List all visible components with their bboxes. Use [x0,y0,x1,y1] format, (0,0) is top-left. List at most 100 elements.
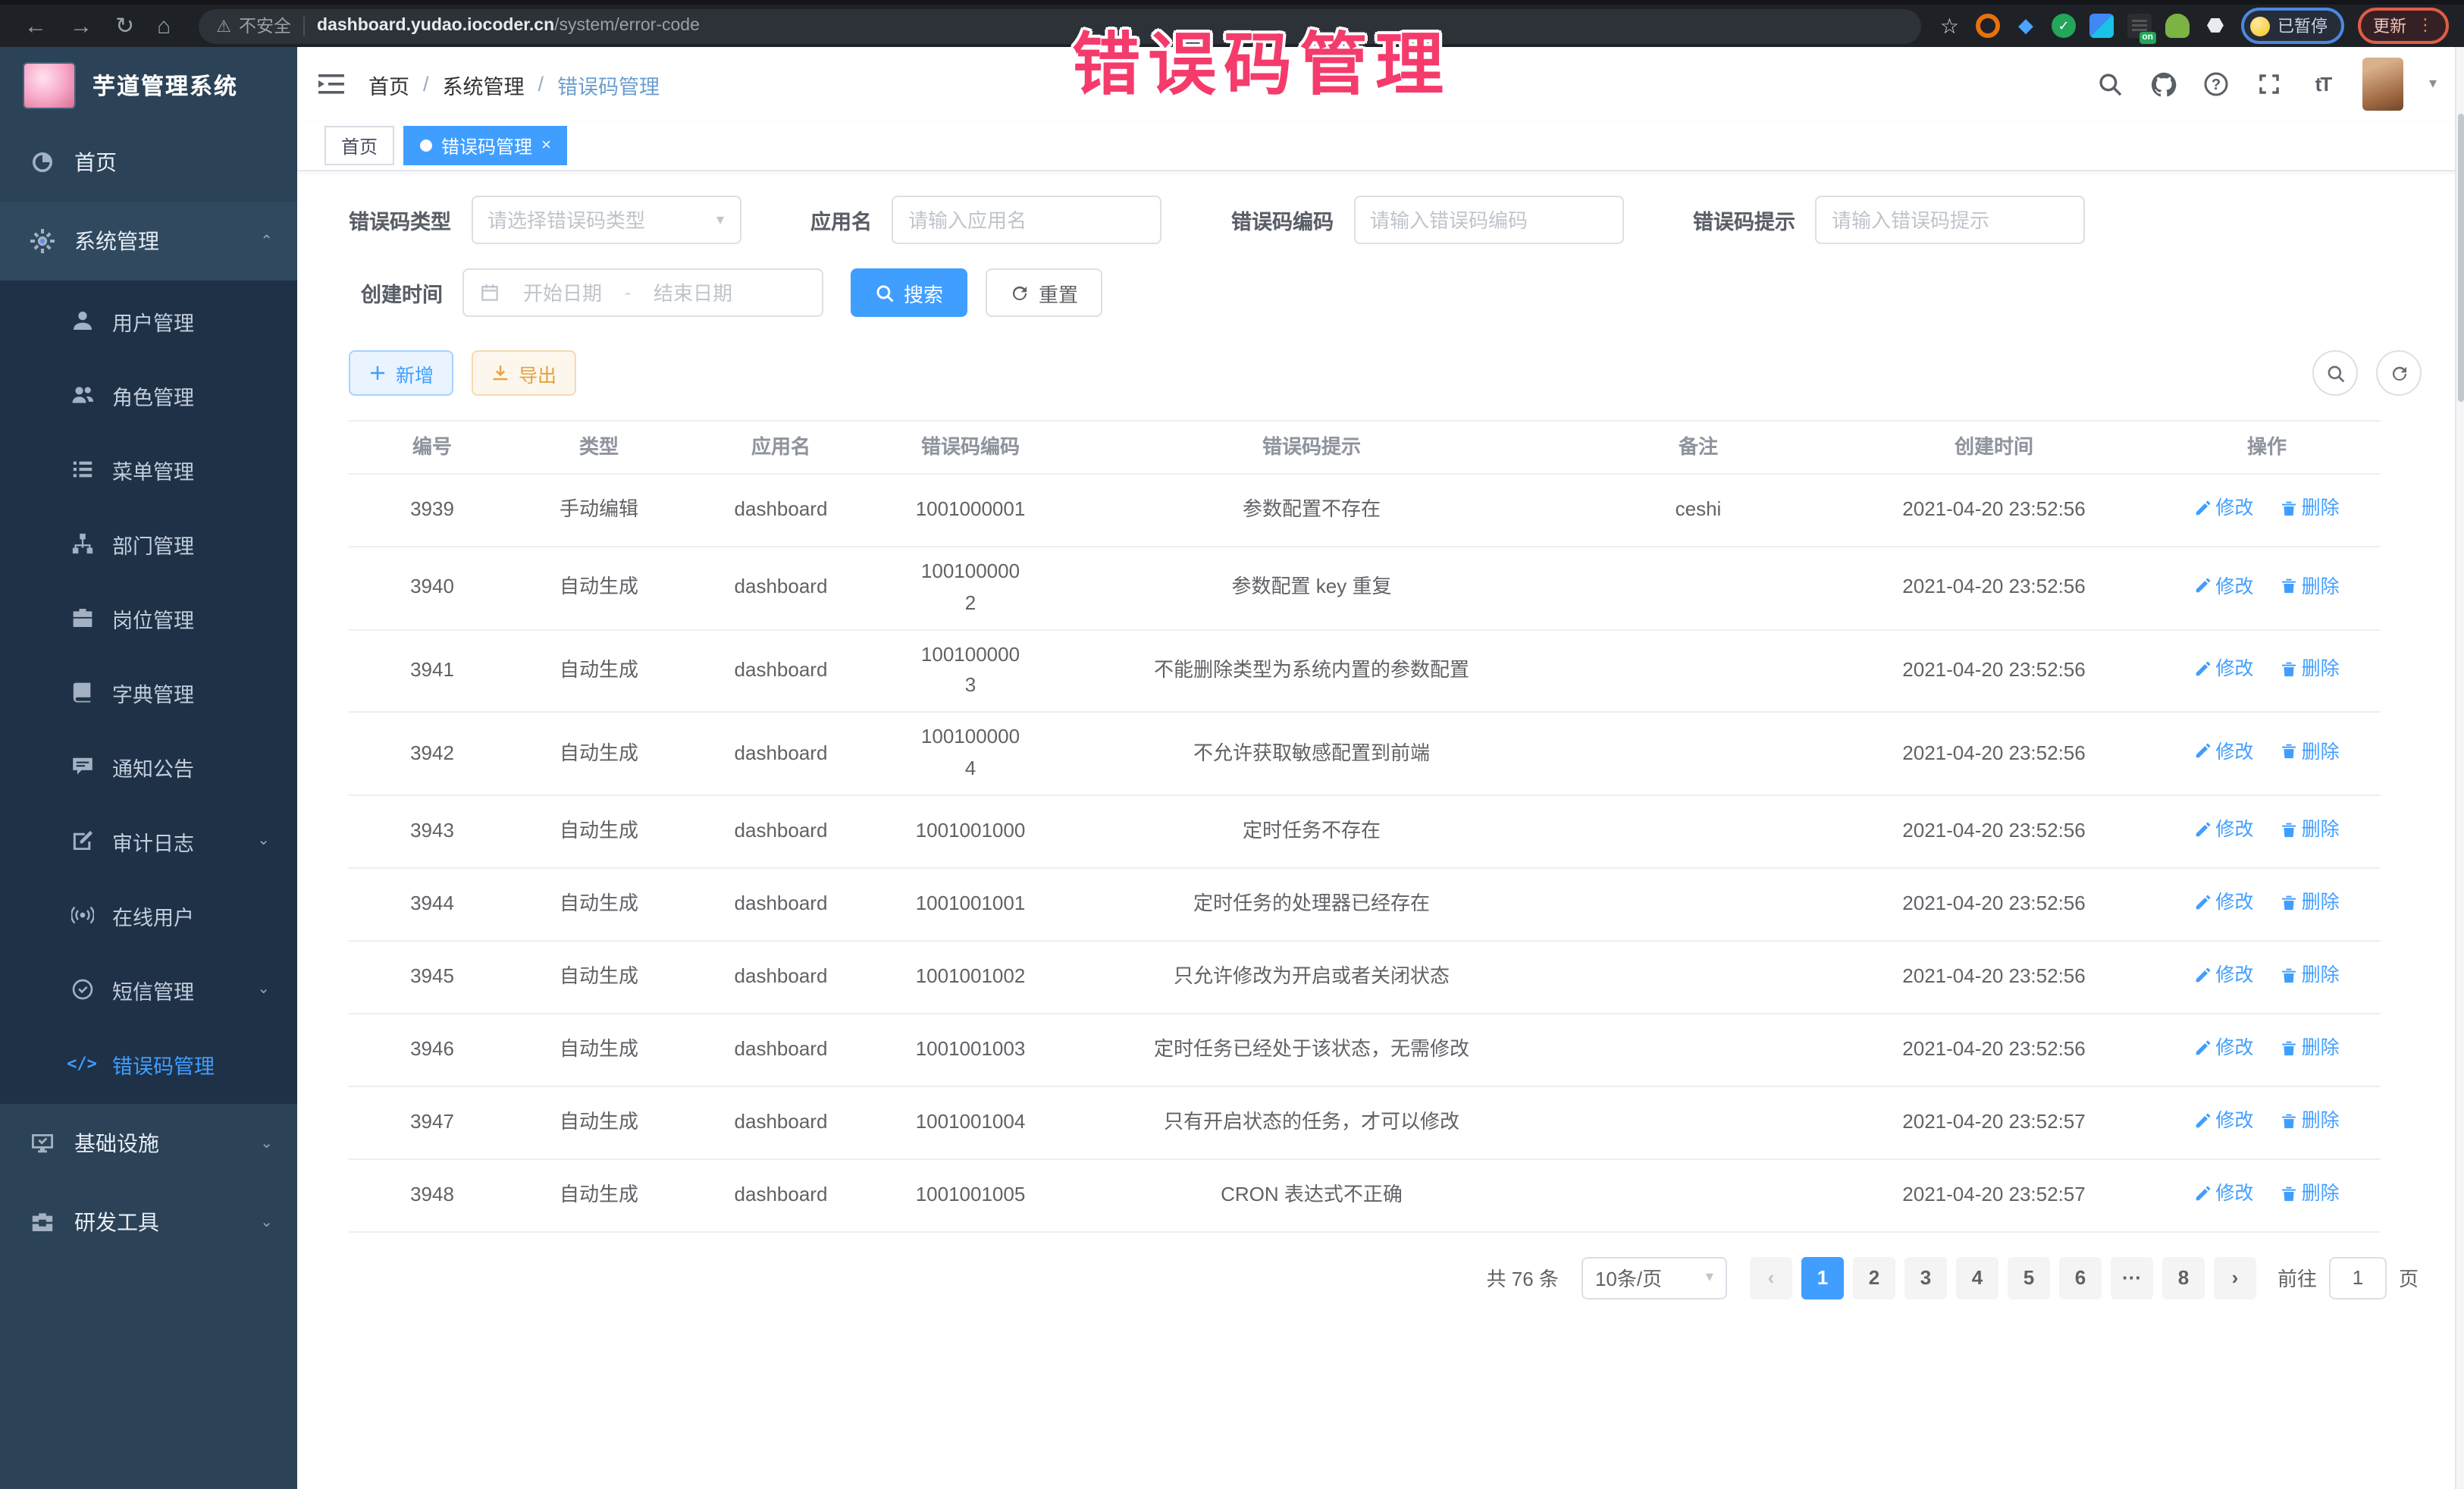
page-button[interactable]: 2 [1853,1257,1895,1299]
sidebar-item-posts[interactable]: 岗位管理 [0,581,297,655]
search-icon[interactable] [2097,71,2124,98]
edit-link[interactable]: 修改 [2194,1105,2253,1136]
url-host: dashboard.yudao.iocoder.cn [317,17,554,35]
scrollbar-thumb[interactable] [2458,114,2464,402]
kebab-menu-icon[interactable]: ⋮ [2417,19,2434,33]
edit-link[interactable]: 修改 [2194,494,2253,524]
sidebar-item-online-users[interactable]: 在线用户 [0,878,297,952]
add-button[interactable]: 新增 [349,350,453,396]
extensions-puzzle-icon[interactable]: ⬣ [2203,14,2227,38]
sidebar-item-notices[interactable]: 通知公告 [0,729,297,804]
sidebar-item-menus[interactable]: 菜单管理 [0,432,297,506]
back-icon[interactable]: ← [24,14,47,37]
prev-page-button[interactable]: ‹ [1750,1257,1792,1299]
sidebar-item-roles[interactable]: 角色管理 [0,358,297,432]
edit-link[interactable]: 修改 [2194,1178,2253,1208]
page-button[interactable]: 5 [2008,1257,2050,1299]
cell-time: 2021-04-20 23:52:56 [1835,729,2153,779]
extension-icon[interactable]: ◆ [2014,14,2038,38]
refresh-table-icon[interactable] [2376,350,2422,396]
cell-remark [1562,895,1835,914]
cell-time: 2021-04-20 23:52:56 [1835,952,2153,1002]
sidebar-item-departments[interactable]: 部门管理 [0,506,297,581]
delete-link[interactable]: 删除 [2281,960,2340,990]
extension-icon[interactable] [1976,14,2000,38]
page-button[interactable]: 3 [1904,1257,1947,1299]
export-button[interactable]: 导出 [472,350,576,396]
edit-link[interactable]: 修改 [2194,887,2253,917]
profile-paused-chip[interactable]: 已暂停 [2241,8,2344,44]
github-icon[interactable] [2150,71,2177,98]
reset-button[interactable]: 重置 [986,268,1102,317]
extension-icon[interactable]: ✓ [2052,14,2076,38]
sidebar-item-audit-log[interactable]: 审计日志 ⌄ [0,804,297,878]
help-icon[interactable]: ? [2203,71,2230,98]
tag-home[interactable]: 首页 [324,126,394,165]
avatar[interactable] [2362,58,2403,111]
extension-icon[interactable] [2089,14,2114,38]
bookmark-star-icon[interactable]: ☆ [1940,13,1959,39]
sidebar-item-system[interactable]: 系统管理 ⌃ [0,202,297,281]
error-type-select[interactable]: ▾ [471,196,741,244]
page-button[interactable]: 6 [2059,1257,2102,1299]
page-button[interactable]: ··· [2111,1257,2153,1299]
show-search-toggle-icon[interactable] [2312,350,2358,396]
edit-link[interactable]: 修改 [2194,654,2253,684]
sidebar-item-users[interactable]: 用户管理 [0,284,297,358]
edit-link[interactable]: 修改 [2194,960,2253,990]
browser-update-button[interactable]: 更新 ⋮ [2358,8,2449,44]
error-code-input[interactable] [1353,196,1623,244]
next-page-button[interactable]: › [2214,1257,2256,1299]
breadcrumb-home[interactable]: 首页 [368,69,409,99]
font-size-icon[interactable]: tT [2309,71,2337,98]
delete-link[interactable]: 删除 [2281,1178,2340,1208]
date-range-picker[interactable]: - [462,268,823,317]
cell-app: dashboard [682,807,879,857]
app-name-input[interactable] [892,196,1161,244]
goto-page-input[interactable] [2329,1257,2387,1299]
fullscreen-icon[interactable] [2256,71,2284,98]
search-button[interactable]: 搜索 [851,268,967,317]
chevron-down-icon: ⌄ [260,1214,273,1230]
sidebar-item-sms[interactable]: 短信管理 ⌄ [0,952,297,1027]
error-hint-input[interactable] [1815,196,2085,244]
edit-link[interactable]: 修改 [2194,571,2253,601]
export-button-label: 导出 [519,359,556,387]
page-button[interactable]: 1 [1801,1257,1844,1299]
edit-link[interactable]: 修改 [2194,814,2253,845]
address-bar[interactable]: ⚠ 不安全 dashboard.yudao.iocoder.cn /system… [198,8,1922,43]
sidebar-item-error-code[interactable]: </> 错误码管理 [0,1027,297,1101]
sidebar-item-dictionary[interactable]: 字典管理 [0,655,297,729]
home-icon[interactable]: ⌂ [157,14,171,37]
page-button[interactable]: 8 [2162,1257,2205,1299]
forward-icon[interactable]: → [70,14,92,37]
scrollbar[interactable] [2455,47,2464,1489]
delete-link[interactable]: 删除 [2281,494,2340,524]
sidebar-item-home[interactable]: 首页 [0,123,297,202]
delete-link[interactable]: 删除 [2281,887,2340,917]
reload-icon[interactable]: ↻ [115,14,134,37]
chevron-down-icon[interactable]: ▾ [2429,76,2437,92]
extension-icon[interactable] [2165,14,2190,38]
delete-link[interactable]: 删除 [2281,737,2340,767]
sidebar-item-label: 菜单管理 [112,454,297,484]
extension-icon[interactable]: on [2127,14,2152,38]
page-button[interactable]: 4 [1956,1257,1998,1299]
paused-label: 已暂停 [2277,14,2328,38]
tag-error-code[interactable]: 错误码管理 × [403,126,568,165]
sidebar-item-infrastructure[interactable]: 基础设施 ⌄ [0,1104,297,1183]
page-size-select[interactable]: 10条/页 ▾ [1582,1257,1727,1299]
delete-link[interactable]: 删除 [2281,654,2340,684]
cell-hint: 只有开启状态的任务，才可以修改 [1061,1098,1562,1148]
sidebar-item-dev-tools[interactable]: 研发工具 ⌄ [0,1183,297,1262]
delete-link[interactable]: 删除 [2281,1105,2340,1136]
delete-link[interactable]: 删除 [2281,571,2340,601]
delete-link[interactable]: 删除 [2281,1033,2340,1063]
close-icon[interactable]: × [541,136,551,155]
delete-link[interactable]: 删除 [2281,814,2340,845]
collapse-sidebar-icon[interactable] [318,73,344,96]
app-title: 芋道管理系统 [92,69,238,101]
edit-link[interactable]: 修改 [2194,1033,2253,1063]
breadcrumb-system[interactable]: 系统管理 [443,69,525,99]
edit-link[interactable]: 修改 [2194,737,2253,767]
